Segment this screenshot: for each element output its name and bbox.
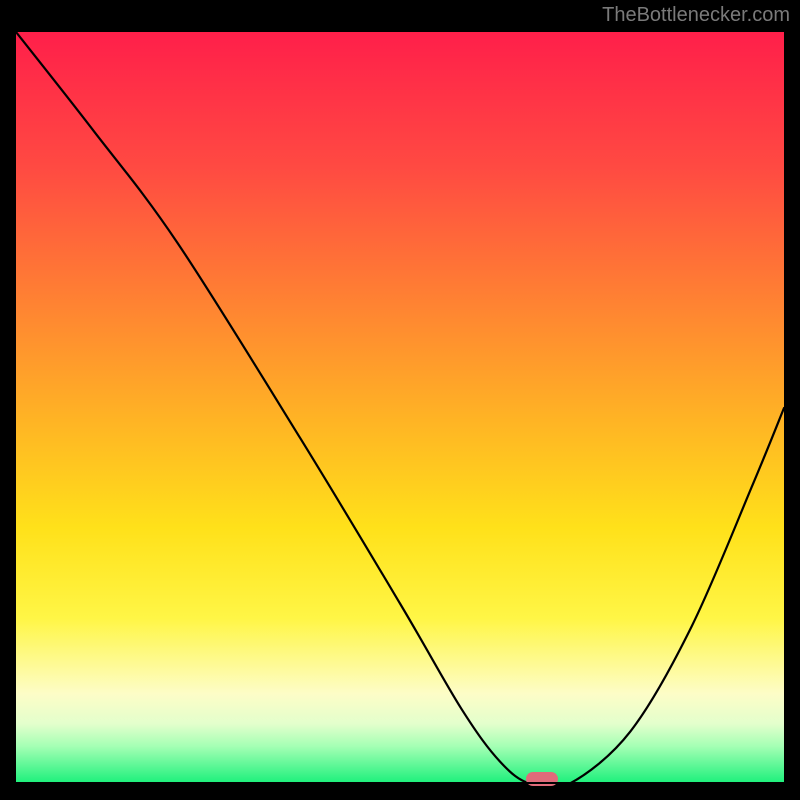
attribution-text: TheBottlenecker.com bbox=[602, 4, 790, 27]
optimum-marker bbox=[526, 772, 558, 786]
bottleneck-curve bbox=[16, 32, 784, 784]
chart-frame: TheBottlenecker.com bbox=[0, 0, 800, 800]
x-axis bbox=[16, 782, 784, 784]
plot-area bbox=[16, 32, 784, 784]
curve-path bbox=[16, 32, 784, 784]
